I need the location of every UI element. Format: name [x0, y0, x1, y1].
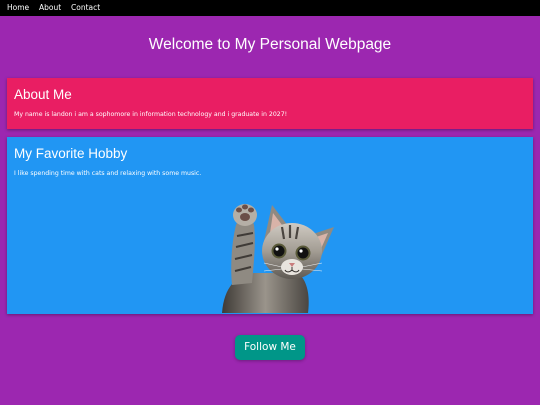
top-navigation-bar: Home About Contact — [0, 0, 540, 16]
favorite-hobby-card: My Favorite Hobby I like spending time w… — [7, 137, 533, 314]
favorite-hobby-heading: My Favorite Hobby — [14, 146, 128, 161]
cat-waving-image — [222, 204, 334, 313]
page-title: Welcome to My Personal Webpage — [148, 36, 392, 53]
favorite-hobby-text: I like spending time with cats and relax… — [14, 170, 202, 177]
about-me-text: My name is landon i am a sophomore in in… — [14, 111, 288, 118]
follow-me-button[interactable]: Follow Me — [235, 335, 305, 360]
nav-link-home[interactable]: Home — [7, 0, 29, 16]
about-me-card: About Me My name is landon i am a sophom… — [7, 78, 533, 129]
nav-link-contact[interactable]: Contact — [71, 0, 100, 16]
about-me-heading: About Me — [14, 87, 72, 102]
nav-link-about[interactable]: About — [39, 0, 61, 16]
